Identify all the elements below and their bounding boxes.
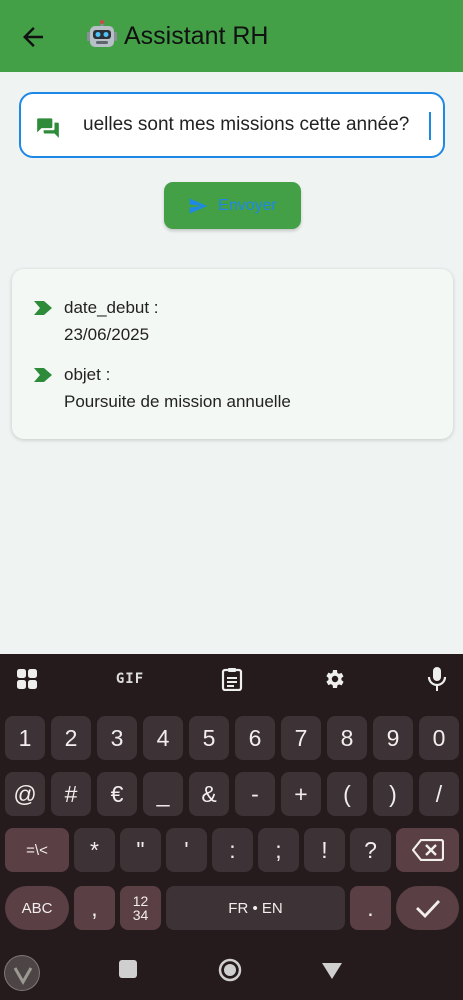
back-triangle-icon[interactable] (320, 961, 344, 981)
abc-key[interactable]: ABC (5, 886, 69, 930)
numpad-key[interactable]: 12 34 (120, 886, 161, 930)
key[interactable]: ) (373, 772, 413, 816)
comma-key[interactable]: , (74, 886, 115, 930)
key[interactable]: # (51, 772, 91, 816)
home-icon[interactable] (218, 958, 242, 982)
app-title: Assistant RH (124, 21, 269, 50)
backspace-icon (411, 839, 444, 861)
watermark-logo (4, 955, 40, 991)
microphone-icon[interactable] (424, 666, 450, 692)
system-nav-bar (0, 942, 463, 1000)
result-key: date_debut : (64, 298, 159, 317)
key[interactable]: 9 (373, 716, 413, 760)
key[interactable]: 5 (189, 716, 229, 760)
chevron-right-icon (34, 301, 52, 315)
question-input[interactable]: uelles sont mes missions cette année? (19, 92, 445, 158)
gear-icon[interactable] (321, 666, 347, 692)
numpad-key-top: 12 (132, 893, 149, 909)
send-icon (189, 198, 208, 213)
result-item: date_debut : 23/06/2025 (34, 298, 159, 345)
arrow-back-icon[interactable] (18, 22, 48, 52)
app-bar: Assistant RH (0, 0, 463, 72)
key[interactable]: " (120, 828, 161, 872)
result-value: 23/06/2025 (64, 325, 150, 344)
enter-key[interactable] (396, 886, 459, 930)
key[interactable]: ' (166, 828, 207, 872)
key[interactable]: 7 (281, 716, 321, 760)
result-card: date_debut : 23/06/2025 objet : Poursuit… (12, 269, 453, 439)
key[interactable]: 6 (235, 716, 275, 760)
key[interactable]: ? (350, 828, 391, 872)
key[interactable]: @ (5, 772, 45, 816)
chat-icon (37, 118, 59, 138)
period-key[interactable]: . (350, 886, 391, 930)
backspace-key[interactable] (396, 828, 459, 872)
key[interactable]: € (97, 772, 137, 816)
app-title-group: Assistant RH (86, 20, 268, 52)
symbols-page-key[interactable]: =\< (5, 828, 69, 872)
result-key: objet : (64, 365, 111, 384)
key[interactable]: ! (304, 828, 345, 872)
robot-icon (87, 20, 117, 47)
send-button-label: Envoyer (218, 196, 277, 214)
key[interactable]: ( (327, 772, 367, 816)
key[interactable]: : (212, 828, 253, 872)
clipboard-icon[interactable] (219, 666, 245, 692)
key[interactable]: - (235, 772, 275, 816)
key[interactable]: _ (143, 772, 183, 816)
key[interactable]: 2 (51, 716, 91, 760)
text-caret (429, 112, 431, 140)
checkmark-icon (415, 900, 440, 918)
question-input-text: uelles sont mes missions cette année? (83, 114, 410, 135)
key[interactable]: / (419, 772, 459, 816)
key[interactable]: + (281, 772, 321, 816)
result-item: objet : Poursuite de mission annuelle (34, 365, 291, 412)
chevron-right-icon (34, 368, 52, 382)
gif-button[interactable]: GIF (112, 666, 148, 692)
key[interactable]: * (74, 828, 115, 872)
recents-icon[interactable] (119, 960, 137, 978)
keyboard-toolbar: GIF (0, 654, 463, 704)
key[interactable]: 3 (97, 716, 137, 760)
key[interactable]: 8 (327, 716, 367, 760)
key[interactable]: ; (258, 828, 299, 872)
apps-grid-icon[interactable] (14, 666, 40, 692)
space-key[interactable]: FR • EN (166, 886, 345, 930)
key[interactable]: 4 (143, 716, 183, 760)
key[interactable]: 1 (5, 716, 45, 760)
numpad-key-bottom: 34 (132, 907, 149, 923)
send-button[interactable]: Envoyer (164, 182, 301, 229)
key[interactable]: 0 (419, 716, 459, 760)
key[interactable]: & (189, 772, 229, 816)
result-value: Poursuite de mission annuelle (64, 392, 291, 411)
